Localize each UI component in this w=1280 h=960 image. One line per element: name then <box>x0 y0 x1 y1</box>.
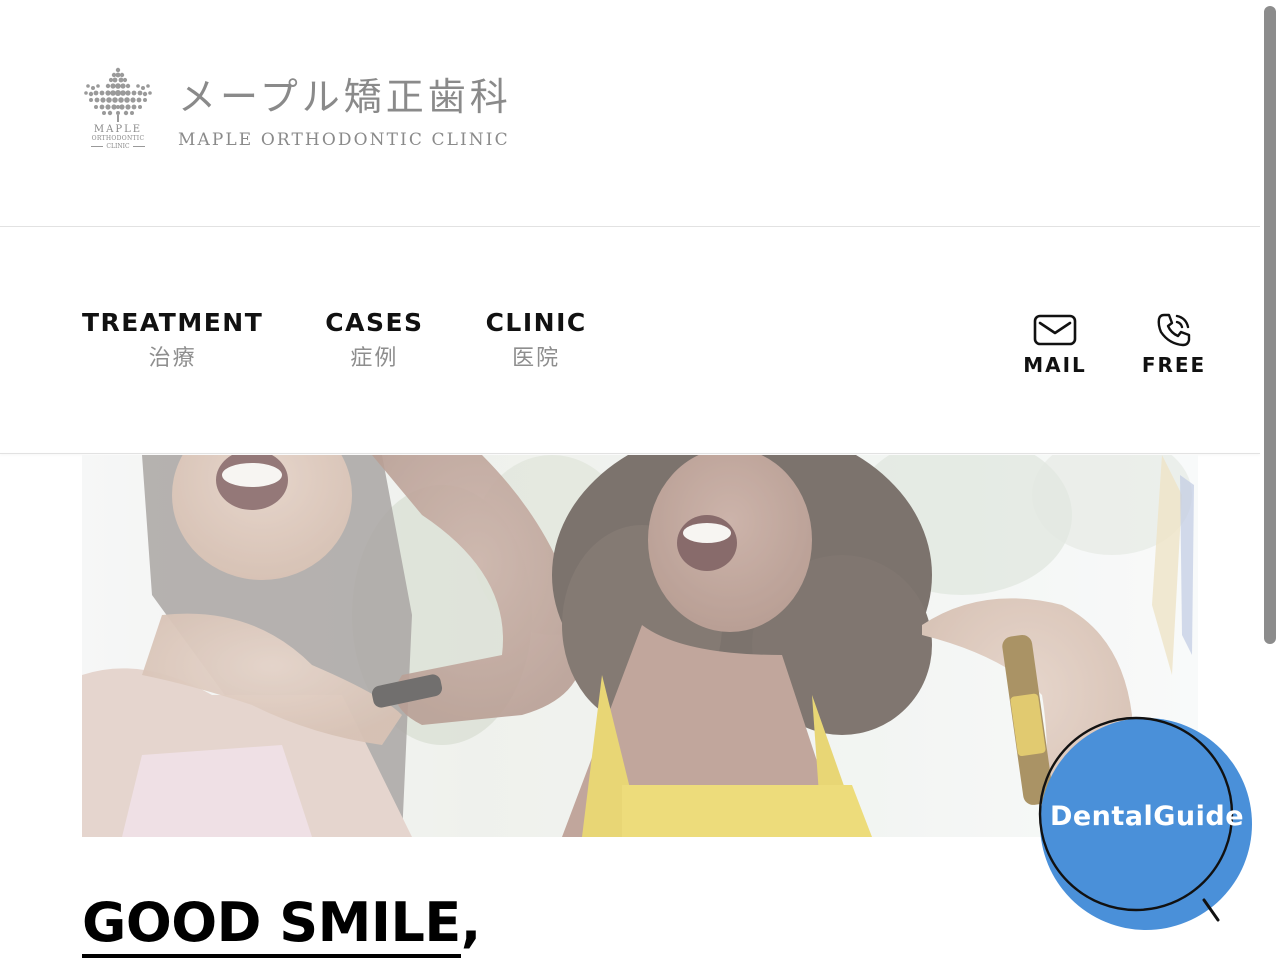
nav-label-jp: 医院 <box>512 346 561 371</box>
main-nav: TREATMENT 治療 CASES 症例 CLINIC 医院 <box>82 308 649 374</box>
headline-suffix: , <box>460 891 482 954</box>
hero-headline: GOOD SMILE, <box>82 888 481 958</box>
phone-icon <box>1154 310 1194 350</box>
scrollbar[interactable] <box>1262 0 1280 960</box>
nav-item-treatment[interactable]: TREATMENT 治療 <box>82 308 263 374</box>
dental-guide-label: DentalGuide <box>1049 801 1245 832</box>
dental-guide-button[interactable]: DentalGuide <box>1032 716 1258 942</box>
logo-mark-line2: ORTHODONTIC <box>91 135 145 142</box>
nav-label-en: CASES <box>325 308 424 337</box>
logo-mark-line3: CLINIC <box>82 143 154 151</box>
free-label: FREE <box>1141 353 1207 377</box>
nav-label-en: TREATMENT <box>82 308 264 337</box>
envelope-icon <box>1033 310 1077 350</box>
logo-mark-line1: MAPLE <box>93 124 143 135</box>
free-call-button[interactable]: FREE <box>1141 310 1207 378</box>
headline-text: GOOD SMILE <box>82 891 461 958</box>
mail-label: MAIL <box>1023 353 1087 377</box>
scrollbar-thumb[interactable] <box>1264 6 1276 644</box>
clinic-name-en: MAPLE ORTHODONTIC CLINIC <box>178 130 510 150</box>
nav-divider <box>0 453 1260 454</box>
nav-item-cases[interactable]: CASES 症例 <box>325 308 423 374</box>
nav-label-en: CLINIC <box>485 308 587 337</box>
maple-leaf-logo-icon: MAPLE ORTHODONTIC CLINIC <box>82 66 154 154</box>
nav-label-jp: 症例 <box>350 346 399 371</box>
clinic-name-jp: メープル矯正歯科 <box>178 75 512 119</box>
site-logo[interactable]: MAPLE ORTHODONTIC CLINIC メープル矯正歯科 MAPLE … <box>82 66 542 158</box>
header-divider <box>0 226 1260 227</box>
nav-label-jp: 治療 <box>148 346 197 371</box>
nav-item-clinic[interactable]: CLINIC 医院 <box>486 308 587 374</box>
hero-photo <box>82 455 1198 837</box>
mail-button[interactable]: MAIL <box>1023 310 1087 378</box>
